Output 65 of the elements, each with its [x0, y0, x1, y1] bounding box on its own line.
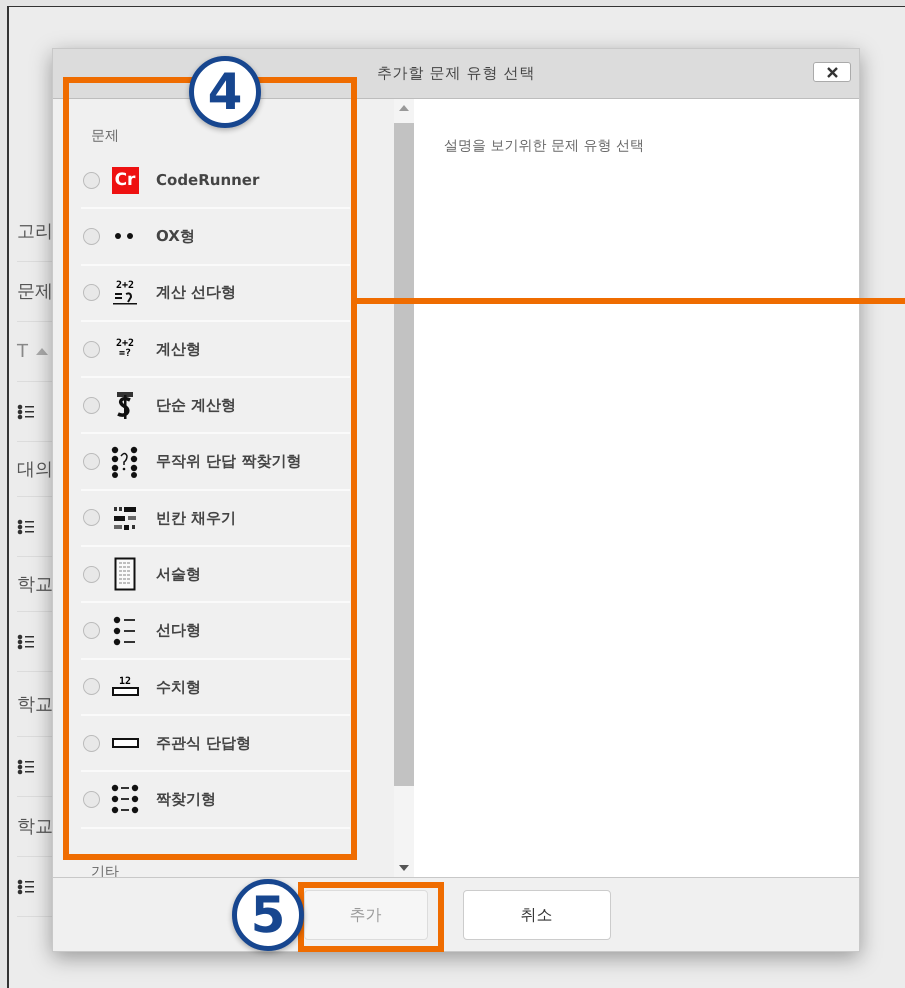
question-type-option[interactable]: 2+2 계산 선다형 [81, 266, 350, 322]
list-icon [17, 404, 35, 420]
question-type-option[interactable]: OX형 [81, 209, 350, 266]
description-text: 설명을 보기위한 문제 유형 선택 [444, 138, 644, 154]
option-label: 선다형 [156, 620, 201, 642]
blocks-icon [112, 504, 138, 531]
radio-button[interactable] [83, 566, 100, 583]
page-text: 학교 [17, 692, 53, 716]
question-type-option[interactable]: 2+2 =? 계산형 [81, 322, 350, 378]
list-icon [113, 616, 137, 646]
code-runner-icon: Cr [112, 166, 138, 194]
document-icon [114, 557, 136, 592]
option-label: 서술형 [156, 564, 201, 585]
option-label: OX형 [156, 226, 195, 248]
question-type-option[interactable]: 선다형 [81, 603, 350, 660]
page-text: 대의 [17, 458, 53, 482]
radio-button[interactable] [83, 340, 100, 358]
close-icon [826, 66, 838, 78]
question-type-option[interactable]: 단순 계산형 [81, 378, 350, 434]
question-type-option[interactable]: 짝찾기형 [81, 772, 350, 829]
radio-button[interactable] [83, 734, 100, 752]
list-icon [17, 878, 35, 894]
equation-icon: 2+2 =? [111, 339, 139, 360]
question-type-option[interactable]: 빈칸 채우기 [81, 490, 350, 548]
question-type-option[interactable]: 12 수치형 [81, 660, 350, 716]
list-icon [17, 634, 35, 650]
dialog-title: 추가할 문제 유형 선택 [376, 63, 536, 84]
option-label: 무작위 단답 짝찾기형 [156, 451, 302, 472]
page-text: 학교 [17, 572, 53, 596]
option-label: 단순 계산형 [156, 395, 236, 416]
page-text: 문제 [17, 280, 53, 304]
question-type-option[interactable]: 서술형 [81, 547, 350, 604]
random-match-icon [111, 446, 139, 478]
page-text: 고리 [17, 220, 53, 244]
page-text: 학교 [17, 815, 53, 839]
list-icon [17, 518, 35, 534]
section-heading: 문제 [90, 126, 120, 146]
radio-button[interactable] [83, 453, 100, 470]
dialog-button[interactable]: 취소 [462, 890, 610, 940]
radio-button[interactable] [83, 509, 100, 526]
matching-icon [111, 784, 139, 814]
option-label: 계산 선다형 [156, 282, 236, 304]
close-button[interactable] [813, 62, 851, 82]
radio-button[interactable] [83, 172, 100, 189]
list-icon [17, 758, 35, 774]
option-label: 주관식 단답형 [156, 732, 252, 754]
option-label: 수치형 [156, 676, 201, 698]
option-label: 짝찾기형 [156, 789, 216, 810]
radio-button[interactable] [83, 622, 100, 640]
radio-button[interactable] [83, 790, 100, 808]
option-label: CodeRunner [156, 170, 260, 191]
question-type-option[interactable]: Cr CodeRunner [81, 153, 350, 210]
option-label: 계산형 [156, 338, 201, 360]
radio-button[interactable] [83, 396, 100, 414]
option-label: 빈칸 채우기 [156, 508, 236, 529]
scroll-down-icon[interactable] [399, 865, 409, 871]
text-field-icon [112, 738, 138, 748]
column-header: T [17, 340, 28, 364]
sort-up-icon [36, 348, 48, 355]
question-type-option[interactable]: 무작위 단답 짝찾기형 [81, 434, 350, 491]
scroll-up-icon[interactable] [399, 105, 409, 111]
question-type-option[interactable]: 주관식 단답형 [81, 716, 350, 772]
radio-button[interactable] [83, 678, 100, 696]
radio-button[interactable] [83, 228, 100, 245]
radio-button[interactable] [83, 284, 100, 302]
